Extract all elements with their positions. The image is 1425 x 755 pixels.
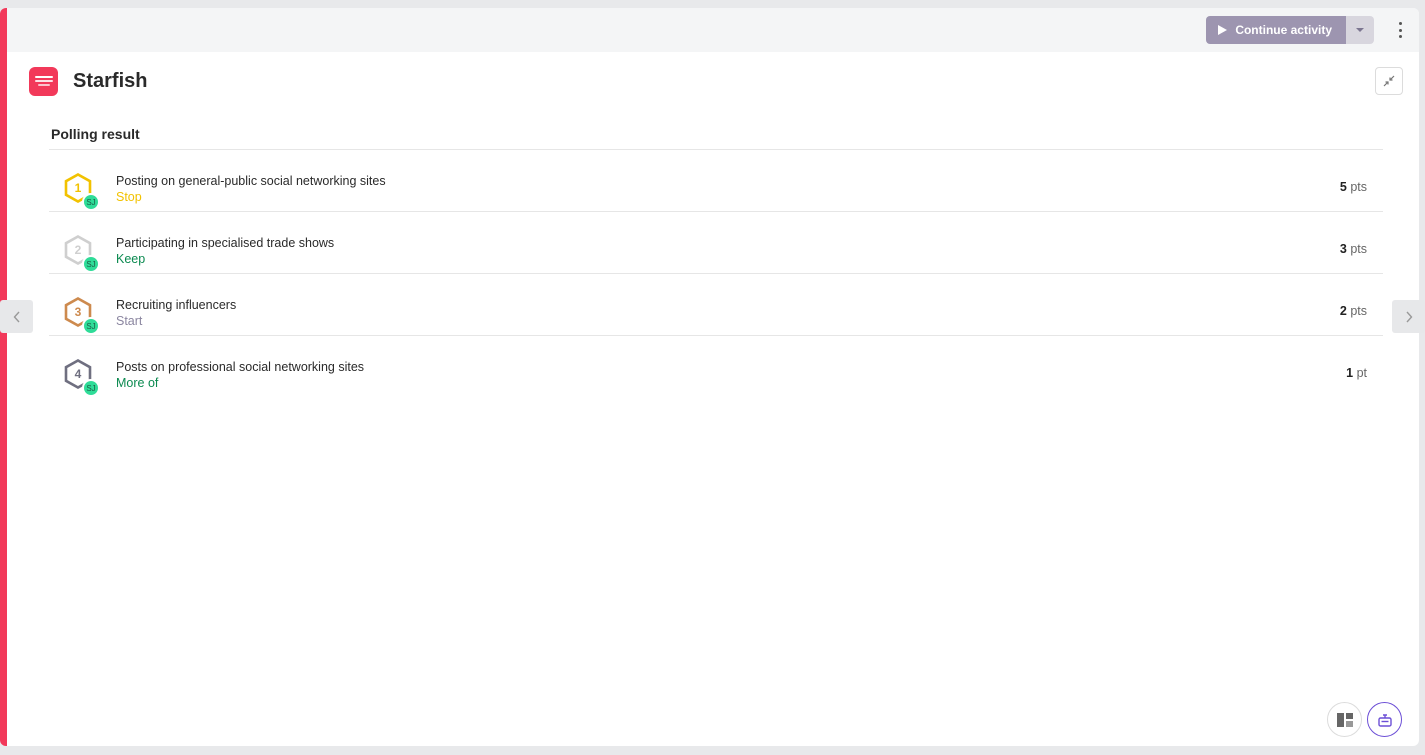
points-unit: pt bbox=[1356, 366, 1367, 380]
avatar: SJ bbox=[82, 193, 100, 211]
item-points: 2 pts bbox=[1340, 304, 1367, 318]
item-title: Posts on professional social networking … bbox=[116, 360, 365, 374]
starfish-logo-icon bbox=[29, 66, 58, 96]
top-toolbar: Continue activity bbox=[7, 8, 1419, 52]
item-title: Posting on general-public social network… bbox=[116, 174, 386, 188]
chevron-right-icon bbox=[1405, 311, 1412, 322]
result-row: 3 SJ Recruiting influencers Start 2 pts bbox=[49, 274, 1383, 336]
points-unit: pts bbox=[1350, 304, 1367, 318]
layout-toggle-button[interactable] bbox=[1327, 702, 1362, 737]
continue-activity-split-button: Continue activity bbox=[1206, 16, 1374, 44]
collapse-button[interactable] bbox=[1375, 67, 1403, 95]
item-text: Participating in specialised trade shows… bbox=[116, 235, 334, 267]
avatar: SJ bbox=[82, 317, 100, 335]
item-text: Posting on general-public social network… bbox=[116, 173, 386, 205]
item-category: Start bbox=[116, 314, 143, 328]
points-value: 2 bbox=[1339, 304, 1347, 318]
points-value: 5 bbox=[1339, 180, 1347, 194]
points-unit: pts bbox=[1350, 180, 1367, 194]
continue-activity-button[interactable]: Continue activity bbox=[1206, 16, 1346, 44]
item-points: 1 pt bbox=[1346, 366, 1367, 380]
layout-columns-icon bbox=[1336, 712, 1353, 727]
chevron-left-icon bbox=[13, 311, 20, 322]
result-row: 1 SJ Posting on general-public social ne… bbox=[49, 150, 1383, 212]
result-row: 2 SJ Participating in specialised trade … bbox=[49, 212, 1383, 274]
activity-header: Starfish bbox=[29, 66, 147, 96]
item-points: 3 pts bbox=[1340, 242, 1367, 256]
points-value: 3 bbox=[1339, 242, 1347, 256]
page-title: Starfish bbox=[73, 69, 148, 92]
points-unit: pts bbox=[1350, 242, 1367, 256]
polling-result-list: 1 SJ Posting on general-public social ne… bbox=[49, 149, 1383, 398]
continue-options-dropdown[interactable] bbox=[1346, 16, 1374, 44]
item-category: Keep bbox=[116, 252, 146, 266]
continue-activity-label: Continue activity bbox=[1235, 23, 1332, 37]
result-row: 4 SJ Posts on professional social networ… bbox=[49, 336, 1383, 398]
item-title: Participating in specialised trade shows bbox=[116, 236, 335, 250]
next-button[interactable] bbox=[1392, 300, 1425, 333]
caret-down-icon bbox=[1356, 28, 1364, 32]
previous-button[interactable] bbox=[0, 300, 33, 333]
collapse-arrows-icon bbox=[1383, 75, 1395, 87]
section-title: Polling result bbox=[51, 126, 140, 142]
points-value: 1 bbox=[1346, 366, 1354, 380]
item-category: Stop bbox=[116, 190, 142, 204]
item-category: More of bbox=[116, 376, 159, 390]
item-text: Posts on professional social networking … bbox=[116, 359, 364, 391]
assistant-button[interactable] bbox=[1367, 702, 1402, 737]
more-options-icon[interactable] bbox=[1399, 22, 1403, 38]
item-text: Recruiting influencers Start bbox=[116, 297, 236, 329]
item-title: Recruiting influencers bbox=[116, 298, 237, 312]
play-icon bbox=[1218, 25, 1228, 35]
avatar: SJ bbox=[82, 255, 100, 273]
avatar: SJ bbox=[82, 379, 100, 397]
robot-icon bbox=[1377, 713, 1392, 727]
item-points: 5 pts bbox=[1340, 180, 1367, 194]
activity-panel: Continue activity Starfish Polling resul… bbox=[0, 8, 1419, 746]
